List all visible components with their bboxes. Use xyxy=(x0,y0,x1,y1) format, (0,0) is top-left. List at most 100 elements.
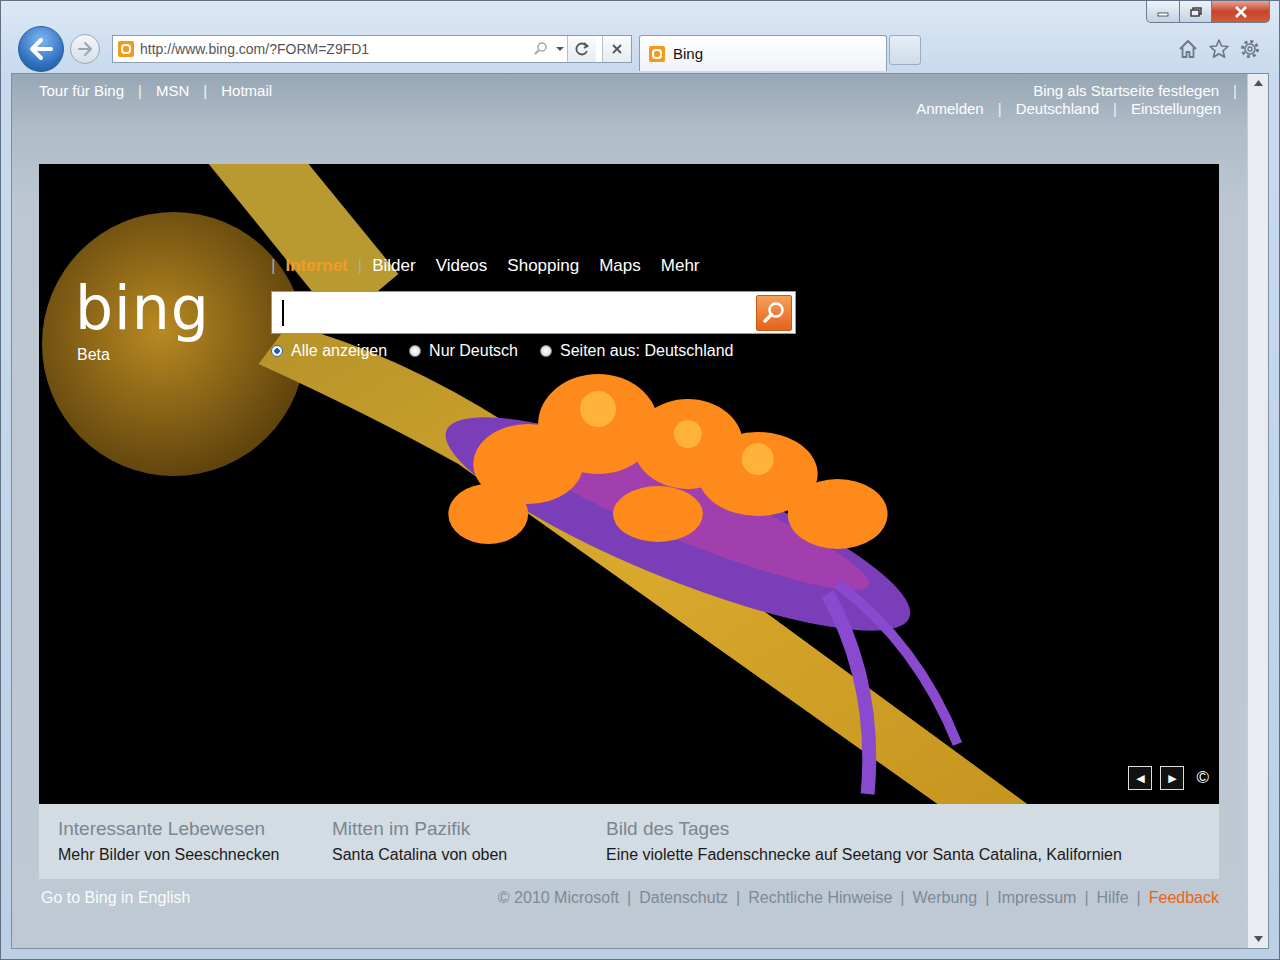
address-bar: http://www.bing.com/?FORM=Z9FD1 xyxy=(112,35,632,63)
text-caret xyxy=(282,300,284,326)
separator: | xyxy=(203,82,207,99)
bing-favicon-icon xyxy=(118,41,134,57)
top-link[interactable]: MSN xyxy=(156,82,189,99)
scope-radio[interactable]: Seiten aus: Deutschland xyxy=(540,342,733,360)
home-icon[interactable] xyxy=(1177,38,1199,60)
previous-image-button[interactable]: ◀ xyxy=(1128,766,1152,790)
info-title[interactable]: Interessante Lebewesen xyxy=(58,818,332,840)
forward-button[interactable] xyxy=(70,34,100,64)
top-links: Tour für Bing | MSN | Hotmail xyxy=(39,82,272,164)
stop-icon xyxy=(610,42,624,56)
close-button[interactable] xyxy=(1212,1,1270,23)
navigation-toolbar: http://www.bing.com/?FORM=Z9FD1 Bing xyxy=(1,27,1279,71)
search-button[interactable] xyxy=(756,295,792,331)
account-link[interactable]: Anmelden xyxy=(916,100,984,117)
separator: | xyxy=(271,256,275,276)
back-button[interactable] xyxy=(18,26,64,72)
scroll-up-button[interactable] xyxy=(1248,74,1268,92)
account-link[interactable]: Bing als Startseite festlegen xyxy=(1033,82,1219,99)
search-input[interactable] xyxy=(272,292,756,333)
minimize-icon xyxy=(1157,7,1169,17)
vertical-tab[interactable]: Videos xyxy=(436,256,488,276)
scroll-track[interactable] xyxy=(1248,92,1268,930)
footer-link[interactable]: © 2010 Microsoft xyxy=(498,889,619,907)
info-link[interactable]: Eine violette Fadenschnecke auf Seetang … xyxy=(606,846,1219,864)
scroll-down-button[interactable] xyxy=(1248,930,1268,948)
up-arrow-icon xyxy=(1254,80,1263,86)
footer-link[interactable]: Werbung xyxy=(912,889,977,907)
separator: | xyxy=(1113,100,1117,117)
copyright-button[interactable]: © xyxy=(1196,768,1209,788)
vertical-tab[interactable]: Shopping xyxy=(507,256,579,276)
search-area: bing Beta | Internet |Bilder Videos Shop… xyxy=(39,164,1219,364)
browser-tab[interactable]: Bing xyxy=(639,35,887,71)
top-link[interactable]: Hotmail xyxy=(221,82,272,99)
vertical-tab[interactable]: Internet xyxy=(285,256,347,276)
account-links: Bing als Startseite festlegen | Anmelden… xyxy=(916,82,1237,164)
page-viewport: Tour für Bing | MSN | Hotmail Bing als Sta… xyxy=(11,73,1269,949)
new-tab-button[interactable] xyxy=(889,35,921,65)
browser-window: http://www.bing.com/?FORM=Z9FD1 Bing Tou… xyxy=(0,0,1280,960)
scope-radio[interactable]: Nur Deutsch xyxy=(409,342,518,360)
info-item: Mitten im Pazifik Santa Catalina von obe… xyxy=(332,818,606,879)
scope-label: Alle anzeigen xyxy=(291,342,387,360)
favorites-star-icon[interactable] xyxy=(1208,38,1230,60)
dropdown-icon[interactable] xyxy=(555,41,565,57)
language-link[interactable]: Go to Bing in English xyxy=(41,889,190,907)
feedback-link[interactable]: Feedback xyxy=(1149,889,1219,907)
separator: | xyxy=(985,889,989,907)
bing-favicon-icon xyxy=(649,46,665,62)
address-field[interactable]: http://www.bing.com/?FORM=Z9FD1 xyxy=(140,41,527,57)
gear-icon[interactable] xyxy=(1239,38,1261,60)
vertical-scrollbar[interactable] xyxy=(1247,74,1268,948)
info-item: Interessante Lebewesen Mehr Bilder von S… xyxy=(58,818,332,879)
info-link[interactable]: Santa Catalina von oben xyxy=(332,846,606,864)
footer-link[interactable]: Impressum xyxy=(997,889,1076,907)
search-scope-options: Alle anzeigen Nur Deutsch Seiten aus: De… xyxy=(271,342,796,360)
radio-button[interactable] xyxy=(409,345,421,357)
top-bar: Tour für Bing | MSN | Hotmail Bing als Sta… xyxy=(39,74,1219,164)
footer: Go to Bing in English © 2010 Microsoft |… xyxy=(39,879,1219,907)
footer-link[interactable]: Hilfe xyxy=(1097,889,1129,907)
footer-link[interactable]: Datenschutz xyxy=(639,889,728,907)
info-title[interactable]: Bild des Tages xyxy=(606,818,1219,840)
search-box xyxy=(271,291,796,334)
vertical-tab[interactable]: Mehr xyxy=(661,256,700,276)
account-link[interactable]: Deutschland xyxy=(1016,100,1099,117)
caption-buttons xyxy=(1146,1,1270,23)
radio-button[interactable] xyxy=(271,345,283,357)
search-icon[interactable] xyxy=(533,41,549,57)
next-image-button[interactable]: ▶ xyxy=(1160,766,1184,790)
tool-icons xyxy=(1177,38,1279,60)
close-icon xyxy=(1234,6,1248,18)
scope-label: Nur Deutsch xyxy=(429,342,518,360)
back-arrow-icon xyxy=(26,34,56,64)
footer-links: © 2010 Microsoft | Datenschutz | Rechtlich… xyxy=(498,889,1219,907)
refresh-button[interactable] xyxy=(567,36,596,62)
forward-arrow-icon xyxy=(76,40,94,58)
account-link[interactable]: Einstellungen xyxy=(1131,100,1221,117)
scope-radio[interactable]: Alle anzeigen xyxy=(271,342,387,360)
vertical-tab[interactable]: Bilder xyxy=(372,256,415,276)
separator: | xyxy=(900,889,904,907)
info-item: Bild des Tages Eine violette Fadenschnec… xyxy=(606,818,1219,879)
magnifier-icon xyxy=(761,300,787,326)
scope-label: Seiten aus: Deutschland xyxy=(560,342,733,360)
info-link[interactable]: Mehr Bilder von Seeschnecken xyxy=(58,846,332,864)
account-row: Anmelden| Deutschland| Einstellungen xyxy=(916,100,1237,117)
vertical-tab[interactable]: Maps xyxy=(599,256,641,276)
separator: | xyxy=(736,889,740,907)
top-link[interactable]: Tour für Bing xyxy=(39,82,124,99)
bing-homepage: Tour für Bing | MSN | Hotmail Bing als Sta… xyxy=(12,74,1247,948)
logo-text: bing xyxy=(75,278,271,338)
separator: | xyxy=(1233,82,1237,99)
radio-button[interactable] xyxy=(540,345,552,357)
minimize-button[interactable] xyxy=(1146,1,1180,23)
separator: | xyxy=(1137,889,1141,907)
footer-link[interactable]: Rechtliche Hinweise xyxy=(748,889,892,907)
separator: | xyxy=(138,82,142,99)
info-title[interactable]: Mitten im Pazifik xyxy=(332,818,606,840)
maximize-button[interactable] xyxy=(1180,1,1212,23)
stop-button[interactable] xyxy=(602,36,631,62)
title-bar xyxy=(1,1,1279,27)
